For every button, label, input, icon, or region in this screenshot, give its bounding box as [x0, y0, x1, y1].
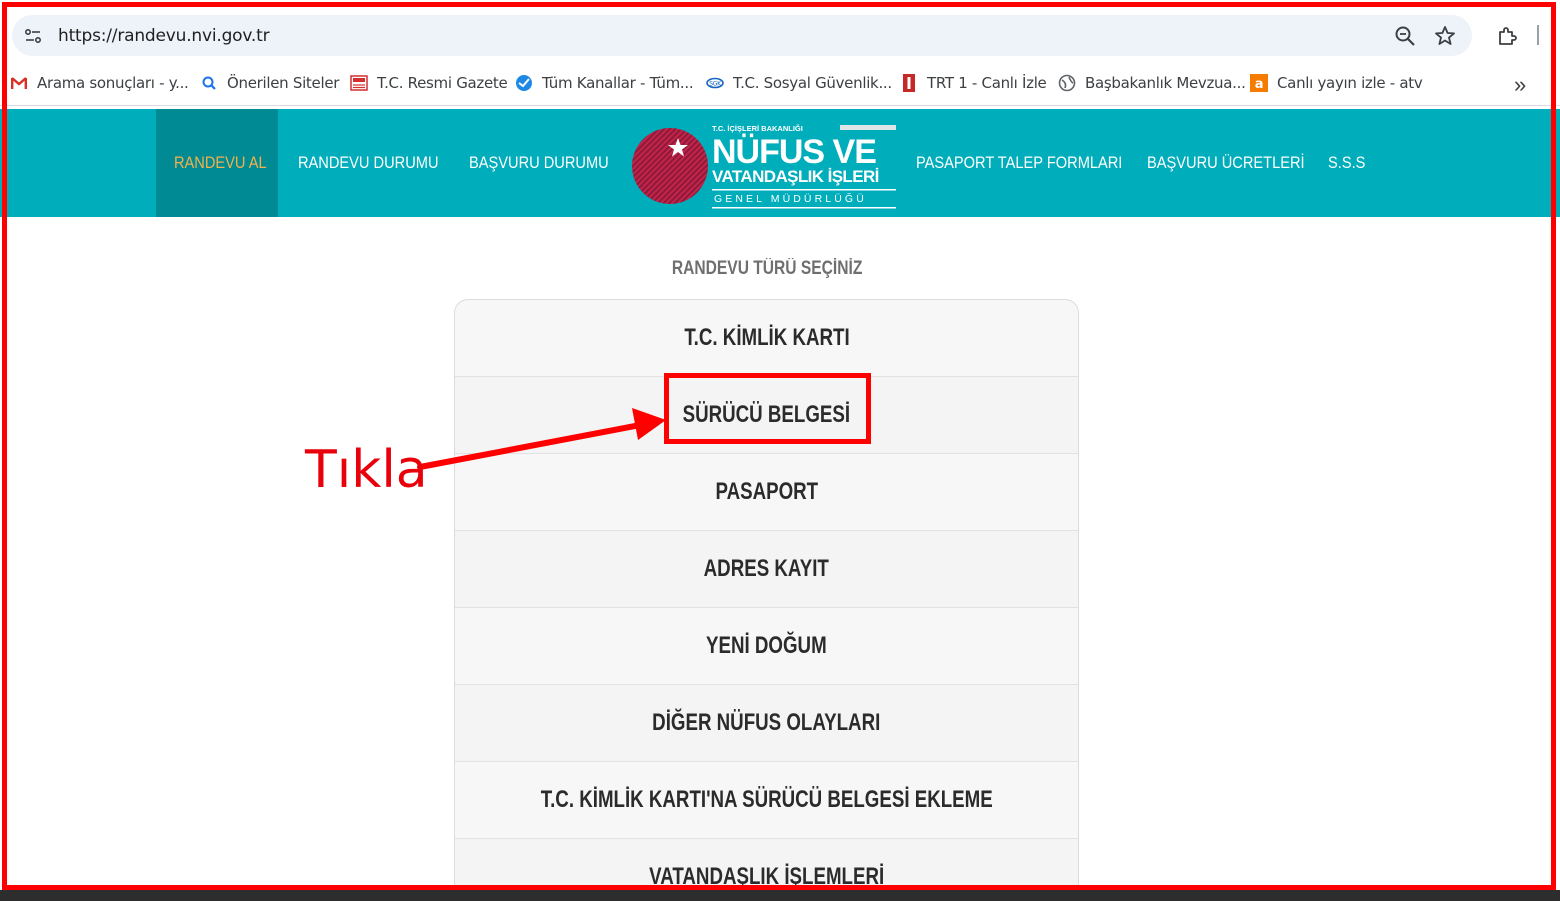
globe-blue-icon [516, 75, 532, 91]
bookmark-label: T.C. Sosyal Güvenlik... [733, 74, 892, 92]
option-label: PASAPORT [715, 478, 818, 505]
nav-pasaport-talep-formlari[interactable]: PASAPORT TALEP FORMLARI [916, 109, 1122, 217]
nvi-logo[interactable]: T.C. İÇİŞLERİ BAKANLIĞI NÜFUS VE VATANDA… [618, 120, 900, 212]
logo-line2: VATANDAŞLIK İŞLERİ [712, 167, 879, 186]
option-label: ADRES KAYIT [703, 555, 830, 582]
bookmarks-bar: Arama sonuçları - y... Önerilen Siteler … [0, 62, 1560, 106]
url-text[interactable]: https://randevu.nvi.gov.tr [58, 26, 270, 46]
globe-icon [1058, 74, 1076, 92]
logo-emblem [632, 128, 708, 204]
bookmark-item[interactable]: Arama sonuçları - y... [10, 72, 189, 94]
bookmark-label: Başbakanlık Mevzua... [1085, 74, 1246, 92]
option-adres-kayit[interactable]: ADRES KAYIT [455, 531, 1078, 608]
bookmark-item[interactable]: Başbakanlık Mevzua... [1058, 72, 1246, 94]
bookmark-label: T.C. Resmi Gazete [377, 74, 508, 92]
option-tc-kimlik-karti[interactable]: T.C. KİMLİK KARTI [455, 300, 1078, 377]
logo-line1: NÜFUS VE [712, 133, 876, 171]
page-title-text: RANDEVU TÜRÜ SEÇİNİZ [671, 258, 863, 279]
bookmark-item[interactable]: SGK T.C. Sosyal Güvenlik... [706, 72, 892, 94]
nav-randevu-durumu[interactable]: RANDEVU DURUMU [298, 109, 439, 217]
svg-text:a: a [1255, 77, 1263, 92]
option-label: DİĞER NÜFUS OLAYLARI [652, 709, 881, 736]
bookmark-item[interactable]: T.C. Resmi Gazete [350, 72, 508, 94]
atv-icon: a [1250, 74, 1268, 92]
bookmark-label: Tüm Kanallar - Tüm... [542, 74, 694, 92]
bookmark-label: TRT 1 - Canlı İzle [927, 74, 1047, 92]
option-label: T.C. KİMLİK KARTI [683, 324, 850, 351]
gazette-icon [350, 75, 368, 91]
nav-basvuru-ucretleri[interactable]: BAŞVURU ÜCRETLERİ [1147, 109, 1305, 217]
bookmark-label: Önerilen Siteler [227, 74, 340, 92]
toolbar-divider [1537, 25, 1539, 45]
annotation-text: Tıkla [305, 440, 428, 500]
bookmark-label: Canlı yayın izle - atv [1277, 74, 1423, 92]
logo-ministry-text: T.C. İÇİŞLERİ BAKANLIĞI [712, 124, 803, 133]
bookmark-label: Arama sonuçları - y... [37, 74, 189, 92]
annotation-highlight-box [664, 373, 871, 444]
search-icon [202, 76, 216, 90]
sgk-icon: SGK [706, 77, 724, 89]
screen: https://randevu.nvi.gov.tr Arama sonuçla… [0, 0, 1560, 896]
taskbar-strip [0, 890, 1560, 901]
extensions-icon[interactable] [1495, 24, 1519, 48]
option-pasaport[interactable]: PASAPORT [455, 454, 1078, 531]
bookmark-item[interactable]: a Canlı yayın izle - atv [1250, 72, 1423, 94]
bookmark-item[interactable]: Önerilen Siteler [200, 72, 339, 94]
bookmark-star-icon[interactable] [1433, 24, 1457, 48]
bookmark-item[interactable]: TRT 1 - Canlı İzle [900, 72, 1047, 94]
option-diger-nufus-olaylari[interactable]: DİĞER NÜFUS OLAYLARI [455, 685, 1078, 762]
svg-text:SGK: SGK [709, 81, 722, 88]
trt1-icon [903, 74, 915, 92]
zoom-icon[interactable] [1394, 25, 1416, 47]
more-bookmarks-chevron-icon[interactable]: » [1514, 72, 1526, 98]
gmail-icon [11, 77, 28, 89]
nav-sss[interactable]: S.S.S [1328, 109, 1365, 217]
page-title: RANDEVU TÜRÜ SEÇİNİZ [0, 258, 1534, 280]
site-settings-icon[interactable] [24, 27, 42, 45]
address-bar[interactable]: https://randevu.nvi.gov.tr [12, 15, 1472, 56]
option-vatandaslik-islemleri[interactable]: VATANDAŞLIK İŞLEMLERİ [455, 839, 1078, 895]
option-label: YENİ DOĞUM [706, 632, 827, 659]
nav-randevu-al[interactable]: RANDEVU AL [174, 109, 267, 217]
browser-toolbar: https://randevu.nvi.gov.tr [0, 0, 1560, 62]
option-label: VATANDAŞLIK İŞLEMLERİ [648, 863, 885, 890]
option-label: T.C. KİMLİK KARTI'NA SÜRÜCÜ BELGESİ EKLE… [540, 786, 993, 813]
bookmark-item[interactable]: Tüm Kanallar - Tüm... [515, 72, 694, 94]
option-kimlik-surucu-ekleme[interactable]: T.C. KİMLİK KARTI'NA SÜRÜCÜ BELGESİ EKLE… [455, 762, 1078, 839]
option-yeni-dogum[interactable]: YENİ DOĞUM [455, 608, 1078, 685]
logo-line3: GENEL MÜDÜRLÜĞÜ [714, 192, 867, 205]
nav-basvuru-durumu[interactable]: BAŞVURU DURUMU [469, 109, 609, 217]
